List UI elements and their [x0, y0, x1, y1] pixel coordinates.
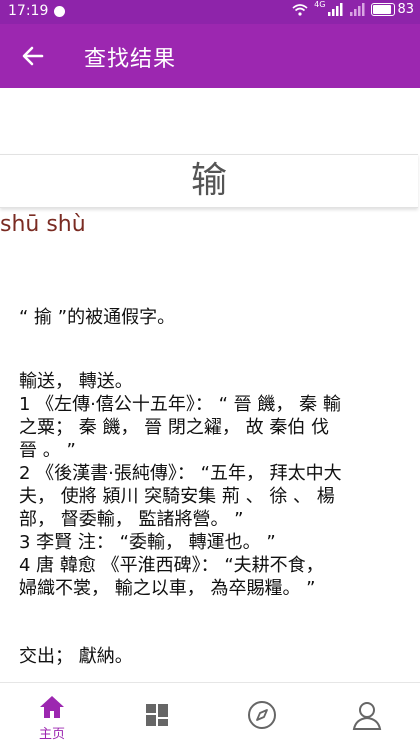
signal-icon	[328, 3, 343, 16]
compass-icon	[248, 701, 276, 729]
signal-weak-icon	[350, 3, 365, 16]
grid-icon	[146, 704, 168, 726]
word-card: 输	[0, 154, 418, 208]
network-type: 4G	[314, 0, 326, 9]
app-bar: 查找结果	[0, 24, 420, 88]
definition-line: 婦織不裳， 輸之以車， 為卒賜糧。 ”	[19, 578, 316, 599]
home-icon	[40, 696, 64, 718]
bottom-nav: 主页	[0, 682, 420, 748]
arrow-left-icon	[22, 46, 44, 66]
definition-line: 夫， 使將 潁川 突騎安集 荊 、 徐 、 楊	[19, 486, 335, 507]
definition-line: 4 唐 韓愈 《平淮西碑》： “夫耕不食，	[19, 555, 324, 576]
definition-line: 1 《左傳·僖公十五年》： “ 晉 饑， 秦 輸	[19, 394, 341, 415]
word-character: 输	[190, 160, 227, 201]
nav-categories[interactable]	[117, 683, 197, 748]
definition-line: 部， 督委輸， 監諸將營。 ”	[19, 509, 244, 530]
battery-indicator: 83	[371, 2, 414, 17]
nav-profile[interactable]	[327, 683, 407, 748]
nav-home-label: 主页	[38, 727, 65, 742]
person-icon	[352, 702, 382, 730]
definition-line: 交出； 獻納。	[19, 646, 133, 667]
nav-discover[interactable]	[222, 683, 302, 748]
definition-line: 晉 。 ”	[19, 440, 76, 461]
battery-icon	[371, 3, 396, 16]
definition-line: 2 《後漢書·張純傳》： “五年， 拜太中大	[19, 463, 342, 484]
notification-dot-icon	[54, 6, 65, 17]
status-time: 17:19	[8, 3, 49, 19]
back-button[interactable]	[18, 41, 48, 71]
definition-line: 輸送， 轉送。	[19, 371, 133, 392]
definition-line: 之粟； 秦 饑， 晉 閉之糴， 故 秦伯 伐	[19, 417, 330, 438]
battery-level: 83	[397, 2, 414, 17]
definition-line: “ 揄 ”的被通假字。	[19, 307, 176, 328]
word-pinyin: shū shù	[0, 212, 86, 237]
wifi-icon	[292, 4, 308, 16]
definition-line: 3 李賢 注： “委輸， 轉運也。 ”	[19, 532, 276, 553]
page-title: 查找结果	[84, 47, 177, 72]
status-bar: 17:19 4G 83	[0, 0, 420, 24]
nav-home[interactable]: 主页	[12, 683, 92, 748]
